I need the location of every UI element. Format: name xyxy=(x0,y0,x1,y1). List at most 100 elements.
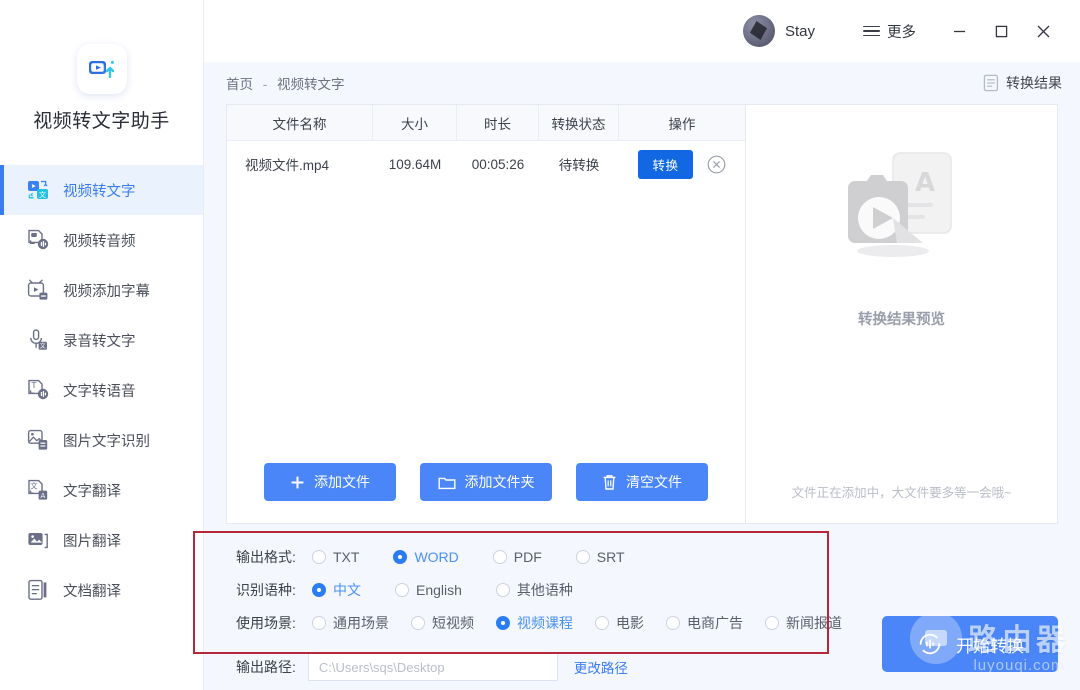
sidebar: 视频转文字助手 文 视频转文字 xyxy=(0,0,204,690)
image-ocr-icon xyxy=(26,428,50,452)
minimize-button[interactable] xyxy=(938,11,980,51)
radio-dot xyxy=(312,550,326,564)
avatar xyxy=(743,15,775,47)
hamburger-icon xyxy=(863,26,880,37)
radio-dot xyxy=(312,616,326,630)
more-label: 更多 xyxy=(887,21,916,42)
radio-scene-news[interactable]: 新闻报道 xyxy=(765,613,842,633)
svg-text:文: 文 xyxy=(30,481,38,490)
radio-label: 短视频 xyxy=(432,613,474,633)
radio-scene-video-course[interactable]: 视频课程 xyxy=(496,613,573,633)
video-text-logo-icon xyxy=(87,54,117,84)
preview-panel: A 转换结果预览 文件正在添加中，大文件要多等一会哦~ xyxy=(746,104,1058,524)
sidebar-item-text-to-speech[interactable]: T 文字转语音 xyxy=(0,365,203,415)
breadcrumb-home[interactable]: 首页 xyxy=(226,77,253,92)
output-path-label: 输出路径: xyxy=(236,657,296,677)
brand-block: 视频转文字助手 xyxy=(0,0,203,133)
radio-label: 其他语种 xyxy=(517,580,573,600)
radio-dot xyxy=(765,616,779,630)
radio-dot xyxy=(393,550,407,564)
table-header: 文件名称 大小 时长 转换状态 操作 xyxy=(227,105,745,141)
radio-format-word[interactable]: WORD xyxy=(393,549,458,565)
close-button[interactable] xyxy=(1022,11,1064,51)
radio-language-chinese[interactable]: 中文 xyxy=(312,580,361,600)
document-translate-icon xyxy=(26,578,50,602)
radio-dot xyxy=(595,616,609,630)
clear-files-label: 清空文件 xyxy=(626,472,682,492)
clear-files-button[interactable]: 清空文件 xyxy=(576,463,708,501)
start-convert-button[interactable]: 开始转换 xyxy=(882,616,1058,672)
trash-icon xyxy=(602,474,617,491)
sidebar-item-label: 文字翻译 xyxy=(63,480,121,501)
video-add-subtitle-icon xyxy=(26,278,50,302)
brand-name: 视频转文字助手 xyxy=(33,106,170,133)
column-header-duration: 时长 xyxy=(457,105,539,140)
sidebar-item-video-to-audio[interactable]: 视频转音频 xyxy=(0,215,203,265)
radio-format-srt[interactable]: SRT xyxy=(576,549,625,565)
sidebar-item-video-add-subtitle[interactable]: 视频添加字幕 xyxy=(0,265,203,315)
change-path-link[interactable]: 更改路径 xyxy=(574,657,628,677)
radio-label: English xyxy=(416,582,462,598)
sidebar-item-document-translate[interactable]: 文档翻译 xyxy=(0,565,203,615)
add-file-label: 添加文件 xyxy=(314,472,370,492)
sidebar-item-text-translate[interactable]: 文 A 文字翻译 xyxy=(0,465,203,515)
option-label-format: 输出格式: xyxy=(236,547,312,567)
radio-scene-ecommerce-ad[interactable]: 电商广告 xyxy=(666,613,743,633)
radio-label: 中文 xyxy=(333,580,361,600)
svg-text:T: T xyxy=(31,381,37,390)
content-panels: 文件名称 大小 时长 转换状态 操作 视频文件.mp4 109.64M 00:0… xyxy=(204,104,1080,524)
conversion-results-button[interactable]: 转换结果 xyxy=(983,73,1062,93)
column-header-size: 大小 xyxy=(373,105,457,140)
more-menu-button[interactable]: 更多 xyxy=(863,21,916,42)
sidebar-nav: 文 视频转文字 视频转音频 xyxy=(0,165,203,615)
radio-label: 视频课程 xyxy=(517,613,573,633)
sidebar-item-label: 视频转文字 xyxy=(63,180,136,201)
plus-icon xyxy=(290,475,305,490)
radio-format-pdf[interactable]: PDF xyxy=(493,549,542,565)
user-name: Stay xyxy=(785,23,815,40)
column-header-filename: 文件名称 xyxy=(227,105,373,140)
svg-text:文: 文 xyxy=(39,190,46,199)
table-row[interactable]: 视频文件.mp4 109.64M 00:05:26 待转换 转换 xyxy=(227,141,745,187)
sidebar-item-label: 视频添加字幕 xyxy=(63,280,150,301)
radio-dot xyxy=(411,616,425,630)
sidebar-item-video-to-text[interactable]: 文 视频转文字 xyxy=(0,165,203,215)
sidebar-item-label: 文档翻译 xyxy=(63,580,121,601)
sidebar-item-label: 图片翻译 xyxy=(63,530,121,551)
user-block[interactable]: Stay xyxy=(743,15,815,47)
text-translate-icon: 文 A xyxy=(26,478,50,502)
preview-hint: 文件正在添加中，大文件要多等一会哦~ xyxy=(746,482,1057,501)
radio-scene-short-video[interactable]: 短视频 xyxy=(411,613,474,633)
radio-dot xyxy=(666,616,680,630)
conversion-results-label: 转换结果 xyxy=(1006,73,1062,93)
sidebar-item-audio-to-text[interactable]: 文 录音转文字 xyxy=(0,315,203,365)
radio-dot xyxy=(496,616,510,630)
preview-illustration: A xyxy=(827,147,977,302)
start-convert-label: 开始转换 xyxy=(956,632,1024,657)
cell-status: 待转换 xyxy=(539,154,619,174)
maximize-button[interactable] xyxy=(980,11,1022,51)
cell-filename: 视频文件.mp4 xyxy=(227,154,373,174)
radio-label: 电影 xyxy=(616,613,644,633)
image-translate-icon xyxy=(26,528,50,552)
radio-language-other[interactable]: 其他语种 xyxy=(496,580,573,600)
radio-language-english[interactable]: English xyxy=(395,582,462,598)
add-file-button[interactable]: 添加文件 xyxy=(264,463,396,501)
circle-close-icon[interactable] xyxy=(707,155,726,174)
add-folder-label: 添加文件夹 xyxy=(465,472,535,492)
sidebar-item-image-translate[interactable]: 图片翻译 xyxy=(0,515,203,565)
add-folder-button[interactable]: 添加文件夹 xyxy=(420,463,552,501)
svg-text:文: 文 xyxy=(40,342,46,350)
audio-to-text-icon: 文 xyxy=(26,328,50,352)
sidebar-item-image-ocr[interactable]: 图片文字识别 xyxy=(0,415,203,465)
radio-format-txt[interactable]: TXT xyxy=(312,549,359,565)
convert-row-button[interactable]: 转换 xyxy=(638,150,692,179)
radio-scene-movie[interactable]: 电影 xyxy=(595,613,644,633)
radio-label: WORD xyxy=(414,549,458,565)
radio-dot xyxy=(395,583,409,597)
option-label-scene: 使用场景: xyxy=(236,613,312,633)
document-icon xyxy=(983,74,999,92)
breadcrumb-current: 视频转文字 xyxy=(277,77,345,92)
radio-scene-general[interactable]: 通用场景 xyxy=(312,613,389,633)
output-path-input[interactable] xyxy=(308,653,558,681)
